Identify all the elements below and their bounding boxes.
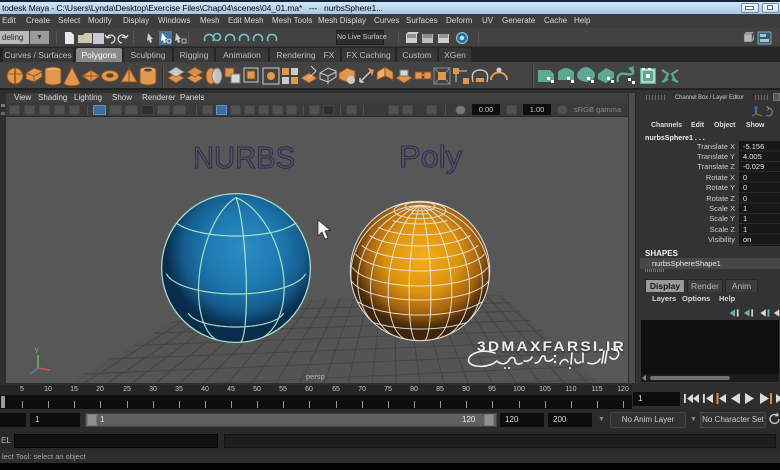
svg-text:Poly: Poly — [399, 139, 463, 174]
svg-text:persp: persp — [306, 372, 325, 381]
svg-text:NURBS: NURBS — [193, 140, 295, 175]
svg-text:y: y — [35, 347, 39, 354]
